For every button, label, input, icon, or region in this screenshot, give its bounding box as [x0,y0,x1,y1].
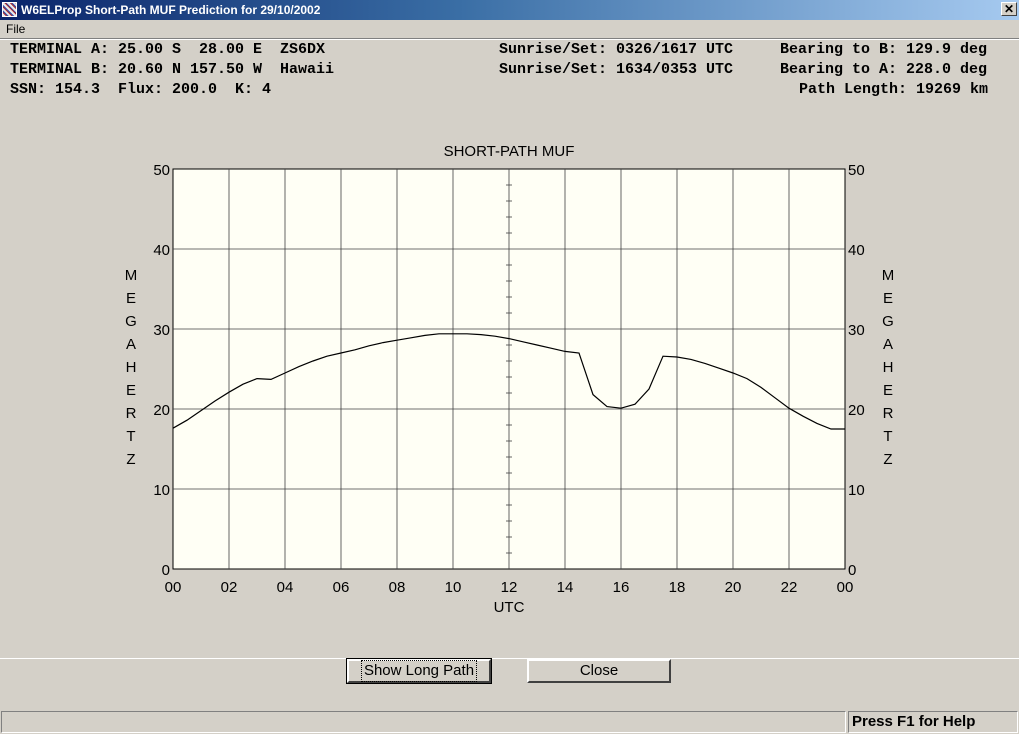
close-button[interactable]: Close [527,659,671,683]
y-axis-title-letter: Z [126,451,135,468]
x-tick-label: 10 [445,579,462,596]
x-tick-label: 08 [389,579,406,596]
y-tick-label-left: 0 [162,562,170,579]
y-tick-labels-right: 0 10 20 30 40 50 [848,162,865,579]
x-tick-labels: 00 02 04 06 08 10 12 14 16 18 20 22 00 [165,579,854,596]
y-axis-title-letter: R [883,405,894,422]
y-axis-title-letter: G [125,313,137,330]
status-bar [1,711,846,733]
chart-title: SHORT-PATH MUF [444,143,575,160]
y-tick-label-left: 20 [153,402,170,419]
y-tick-label-right: 40 [848,242,865,259]
x-tick-label: 22 [781,579,798,596]
y-axis-title-letter: G [882,313,894,330]
show-long-path-label: Show Long Path [360,660,478,682]
y-tick-labels-left: 0 10 20 30 40 50 [153,162,170,579]
y-tick-label-right: 10 [848,482,865,499]
x-tick-label: 18 [669,579,686,596]
close-label: Close [579,662,619,679]
muf-chart: SHORT-PATH MUF 0 10 20 30 40 50 0 10 20 30 40 50 0… [125,143,895,616]
x-tick-label: 06 [333,579,350,596]
y-axis-title-letter: E [883,290,893,307]
y-tick-label-right: 50 [848,162,865,179]
x-tick-label: 04 [277,579,294,596]
x-tick-label: 20 [725,579,742,596]
y-axis-title-letter: M [882,267,895,284]
y-axis-title-letter: T [126,428,135,445]
x-tick-label: 16 [613,579,630,596]
y-axis-title-left: MEGAHERTZ [125,267,138,468]
y-axis-title-letter: E [126,382,136,399]
y-tick-label-right: 0 [848,562,856,579]
y-axis-title-right: MEGAHERTZ [882,267,895,468]
y-tick-label-left: 50 [153,162,170,179]
y-tick-label-left: 10 [153,482,170,499]
help-hint: Press F1 for Help [848,711,1018,733]
x-tick-label: 14 [557,579,574,596]
y-axis-title-letter: T [883,428,892,445]
y-axis-title-letter: H [126,359,137,376]
y-axis-title-letter: H [883,359,894,376]
y-axis-title-letter: M [125,267,138,284]
x-tick-label: 02 [221,579,238,596]
bottom-separator [0,658,1019,660]
y-axis-title-letter: A [883,336,893,353]
y-axis-title-letter: E [126,290,136,307]
y-axis-title-letter: E [883,382,893,399]
y-tick-label-right: 20 [848,402,865,419]
x-tick-label: 12 [501,579,518,596]
show-long-path-button[interactable]: Show Long Path [346,658,492,684]
y-axis-title-letter: Z [883,451,892,468]
y-tick-label-left: 40 [153,242,170,259]
x-axis-title: UTC [494,599,525,616]
x-tick-label: 00 [165,579,182,596]
x-tick-label: 00 [837,579,854,596]
y-axis-title-letter: R [126,405,137,422]
y-tick-label-right: 30 [848,322,865,339]
y-axis-title-letter: A [126,336,136,353]
y-tick-label-left: 30 [153,322,170,339]
